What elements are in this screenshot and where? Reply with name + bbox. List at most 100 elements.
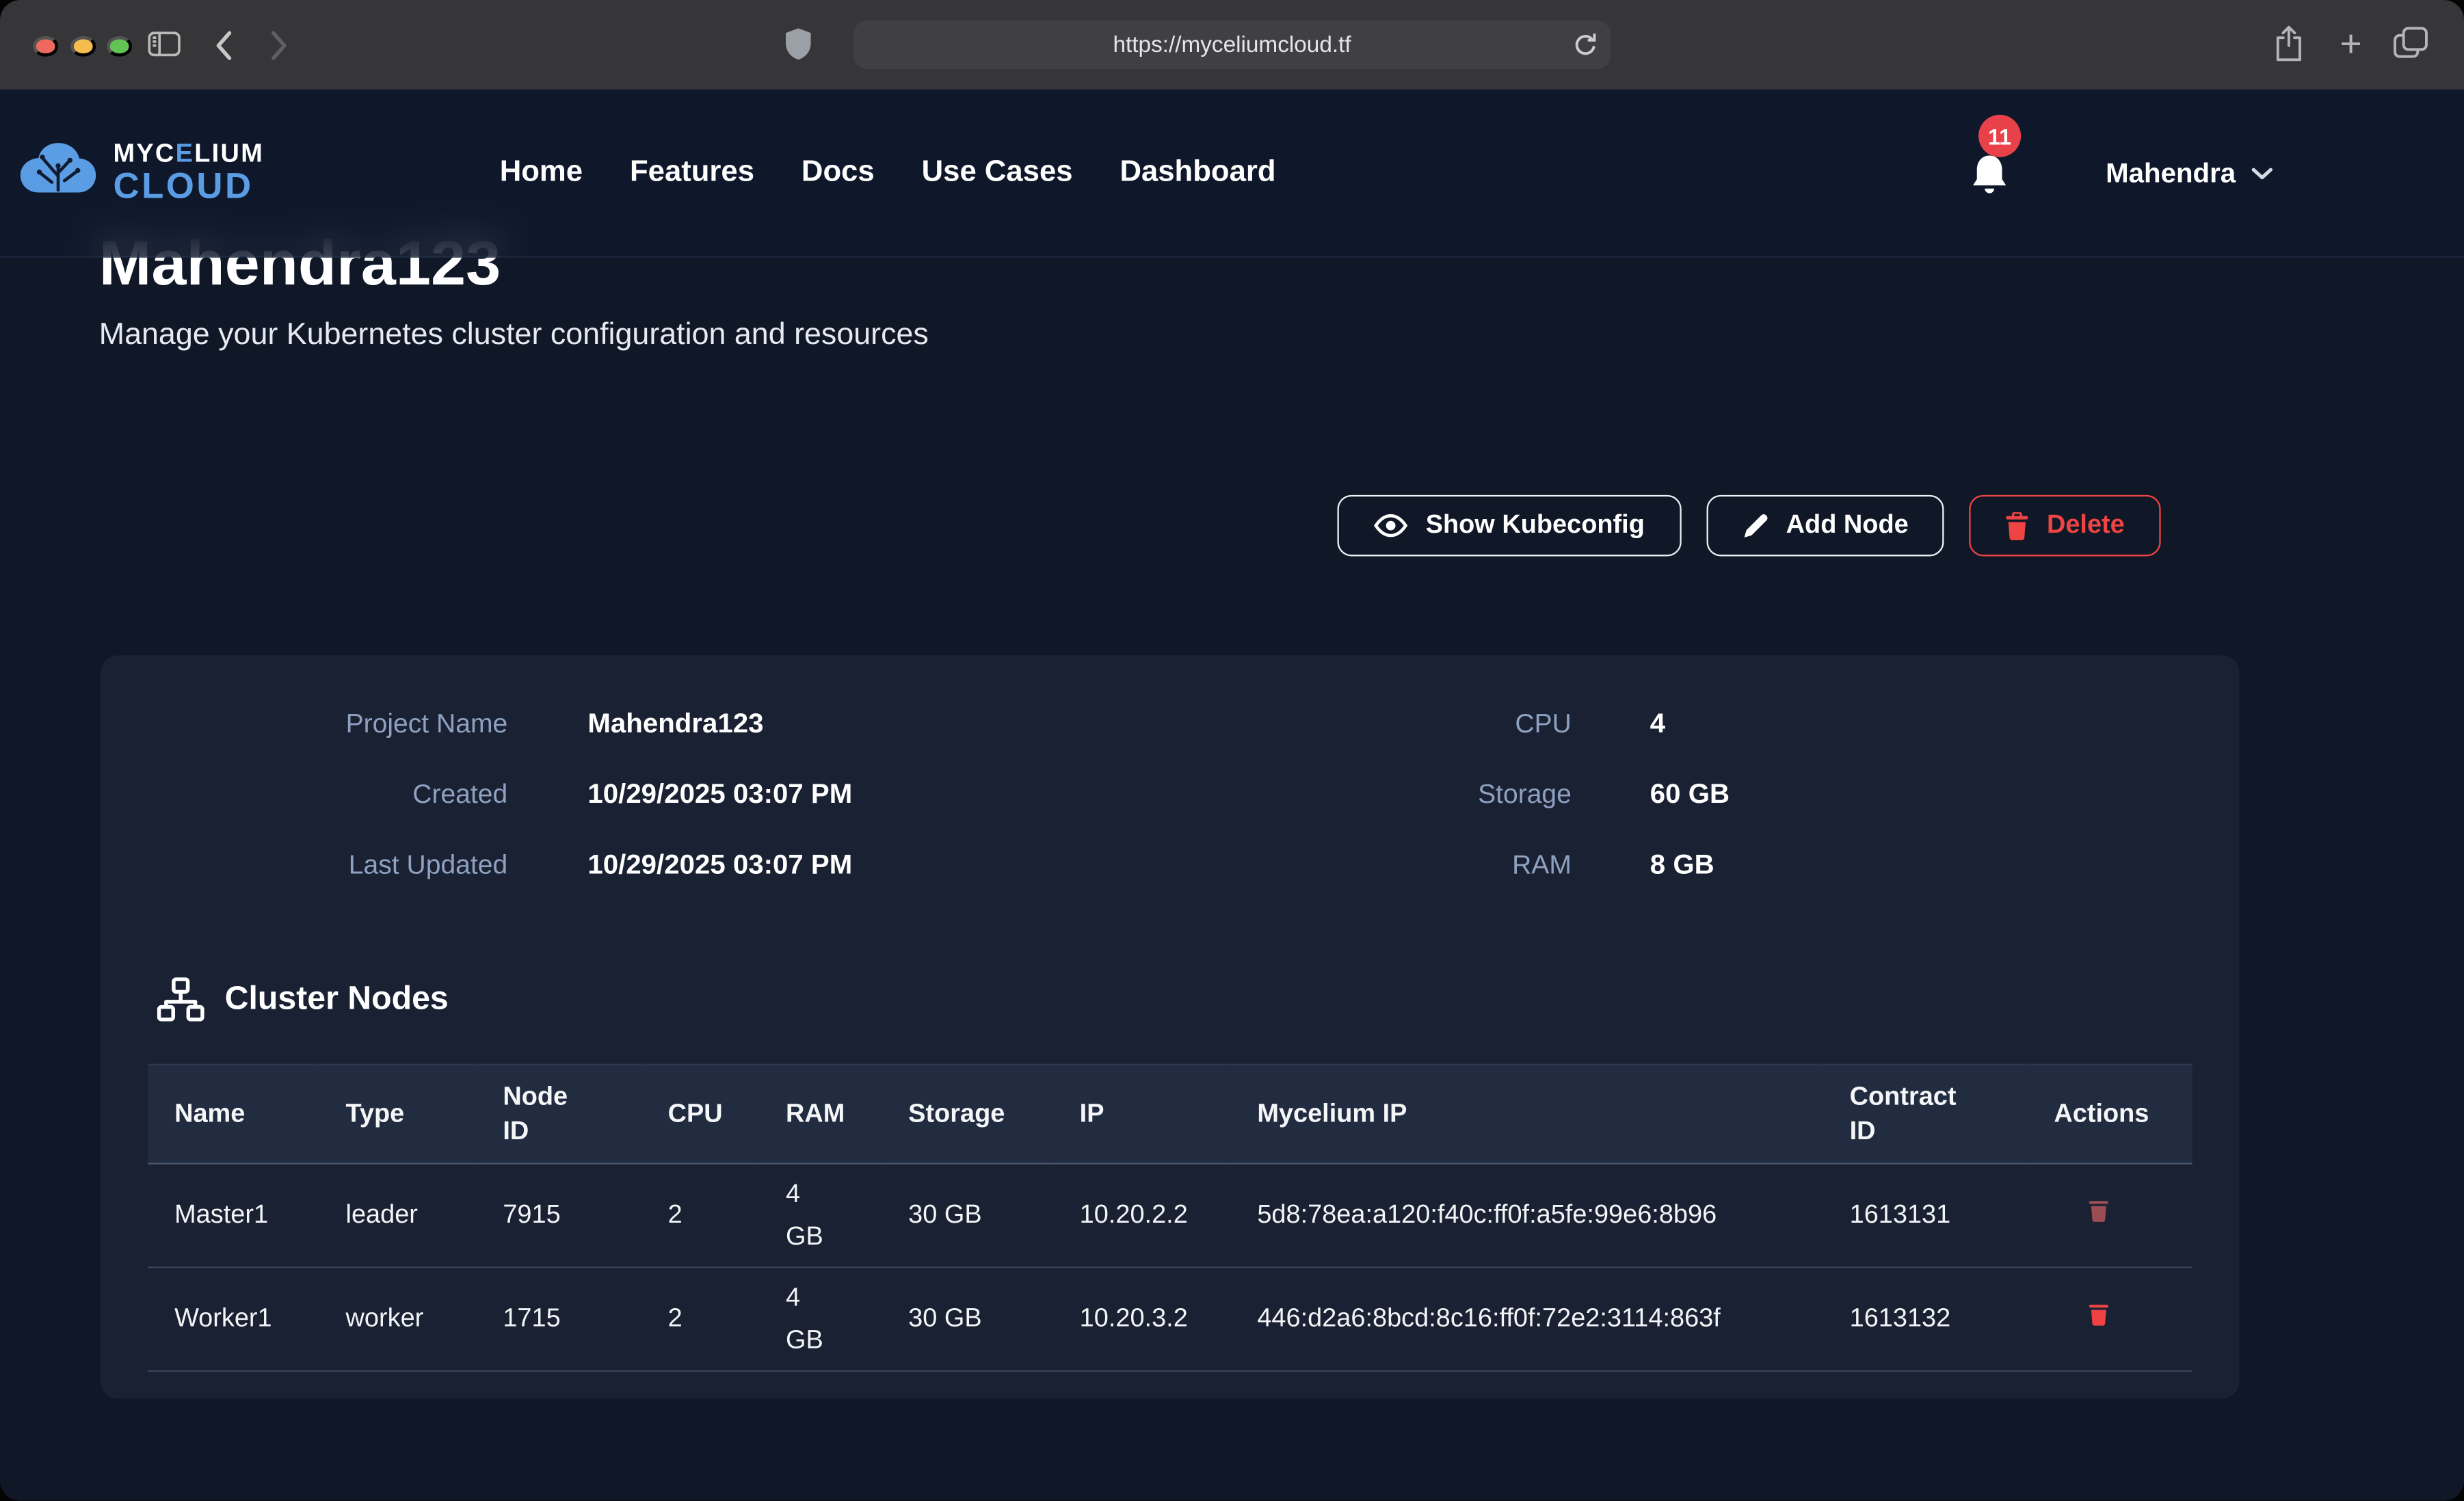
cell-node-id: 7915 [476,1164,641,1268]
detail-label: Project Name [101,688,507,758]
site-navbar: MYCELIUM CLOUD Home Features Docs Use Ca… [0,90,2464,258]
privacy-shield-icon[interactable] [786,28,811,59]
browser-window: Mahendra123 Manage your Kubernetes clust… [0,0,2464,1500]
detail-value: 10/29/2025 03:07 PM [507,829,1098,900]
detail-label: Created [101,759,507,829]
address-bar[interactable]: https://myceliumcloud.tf [853,21,1611,69]
trash-icon [2089,1301,2109,1327]
cluster-details-grid: Project Name Mahendra123 CPU 4 Created 1… [101,655,2239,900]
col-type: Type [319,1065,476,1164]
cell-storage: 30 GB [882,1164,1052,1268]
nav-item-home[interactable]: Home [500,155,583,190]
cell-actions [2027,1267,2192,1371]
table-header-row: Name Type Node ID CPU RAM Storage IP Myc… [148,1065,2193,1164]
trash-icon [2089,1198,2109,1223]
chevron-down-icon [2250,165,2273,180]
close-window-button[interactable] [33,36,58,56]
new-tab-button[interactable]: + [2333,28,2368,63]
detail-value: 60 GB [1572,759,2240,829]
cell-cpu: 2 [641,1164,759,1268]
nav-item-dashboard[interactable]: Dashboard [1120,155,1275,190]
cloud-logo-icon [16,137,101,209]
detail-label: Storage [1098,759,1572,829]
page-background: Mahendra123 Manage your Kubernetes clust… [0,90,2464,1501]
table-row: Worker1worker171524 GB30 GB10.20.3.2446:… [148,1267,2193,1371]
col-ip: IP [1053,1065,1231,1164]
detail-label: Last Updated [101,829,507,900]
table-row: Master1leader791524 GB30 GB10.20.2.25d8:… [148,1164,2193,1268]
col-node-id: Node ID [476,1065,641,1164]
notification-badge: 11 [1978,115,2021,157]
traffic-lights [33,36,132,56]
col-actions: Actions [2027,1065,2192,1164]
detail-value: 10/29/2025 03:07 PM [507,759,1098,829]
col-contract-id: Contract ID [1823,1065,2028,1164]
share-button[interactable] [2274,25,2304,63]
notifications-button[interactable]: 11 [1969,152,2010,196]
cluster-nodes-table: Name Type Node ID CPU RAM Storage IP Myc… [148,1064,2193,1372]
nav-links: Home Features Docs Use Cases Dashboard [500,90,1276,256]
plus-icon: + [2340,30,2362,62]
cell-node-id: 1715 [476,1267,641,1371]
delete-node-button[interactable] [2089,1198,2109,1223]
trash-icon [2006,512,2029,540]
logo-text: MYCELIUM CLOUD [113,141,264,204]
page-subtitle: Manage your Kubernetes cluster configura… [99,317,2464,354]
cluster-details-card: Project Name Mahendra123 CPU 4 Created 1… [101,655,2239,1398]
cell-contract-id: 1613132 [1823,1267,2028,1371]
nav-item-use-cases[interactable]: Use Cases [922,155,1073,190]
reload-button[interactable] [1573,32,1598,57]
cell-type: leader [319,1164,476,1268]
cluster-nodes-heading: Cluster Nodes [157,977,2240,1021]
cell-contract-id: 1613131 [1823,1164,2028,1268]
pencil-icon [1742,512,1768,539]
delete-node-button[interactable] [2089,1301,2109,1327]
detail-value: Mahendra123 [507,688,1098,758]
cell-name: Master1 [148,1164,319,1268]
delete-label: Delete [2047,511,2125,541]
logo[interactable]: MYCELIUM CLOUD [16,90,264,256]
cell-type: worker [319,1267,476,1371]
cell-name: Worker1 [148,1267,319,1371]
back-button[interactable] [214,30,233,62]
detail-label: RAM [1098,829,1572,900]
browser-toolbar: https://myceliumcloud.tf + [0,0,2464,90]
user-name: Mahendra [2106,157,2236,189]
tab-overview-button[interactable] [2394,27,2428,59]
detail-value: 4 [1572,688,2240,758]
zoom-window-button[interactable] [107,36,132,56]
col-ram: RAM [759,1065,882,1164]
cell-ram: 4 GB [759,1164,882,1268]
nav-item-features[interactable]: Features [630,155,754,190]
show-kubeconfig-button[interactable]: Show Kubeconfig [1338,495,1681,557]
detail-value: 8 GB [1572,829,2240,900]
delete-cluster-button[interactable]: Delete [1970,495,2160,557]
cell-storage: 30 GB [882,1267,1052,1371]
cell-cpu: 2 [641,1267,759,1371]
detail-label: CPU [1098,688,1572,758]
sidebar-toggle-button[interactable] [148,31,181,57]
cluster-nodes-table-body: Master1leader791524 GB30 GB10.20.2.25d8:… [148,1164,2193,1371]
nav-item-docs[interactable]: Docs [802,155,875,190]
cell-ip: 10.20.3.2 [1053,1267,1231,1371]
minimize-window-button[interactable] [70,36,95,56]
cell-mycelium-ip: 446:d2a6:8bcd:8c16:ff0f:72e2:3114:863f [1230,1267,1823,1371]
cell-mycelium-ip: 5d8:78ea:a120:f40c:ff0f:a5fe:99e6:8b96 [1230,1164,1823,1268]
add-node-label: Add Node [1786,511,1909,541]
network-icon [157,977,204,1021]
bell-icon [1969,152,2010,196]
user-menu-button[interactable]: Mahendra [2106,90,2273,256]
cell-ip: 10.20.2.2 [1053,1164,1231,1268]
col-mycelium-ip: Mycelium IP [1230,1065,1823,1164]
forward-button[interactable] [270,30,289,62]
col-storage: Storage [882,1065,1052,1164]
col-name: Name [148,1065,319,1164]
url-text: https://myceliumcloud.tf [1113,32,1351,57]
cell-actions [2027,1164,2192,1268]
add-node-button[interactable]: Add Node [1706,495,1944,557]
cluster-nodes-title: Cluster Nodes [225,981,449,1018]
cluster-actions-row: Show Kubeconfig Add Node [99,495,2161,557]
col-cpu: CPU [641,1065,759,1164]
show-kubeconfig-label: Show Kubeconfig [1426,511,1645,541]
eye-icon [1374,514,1409,537]
